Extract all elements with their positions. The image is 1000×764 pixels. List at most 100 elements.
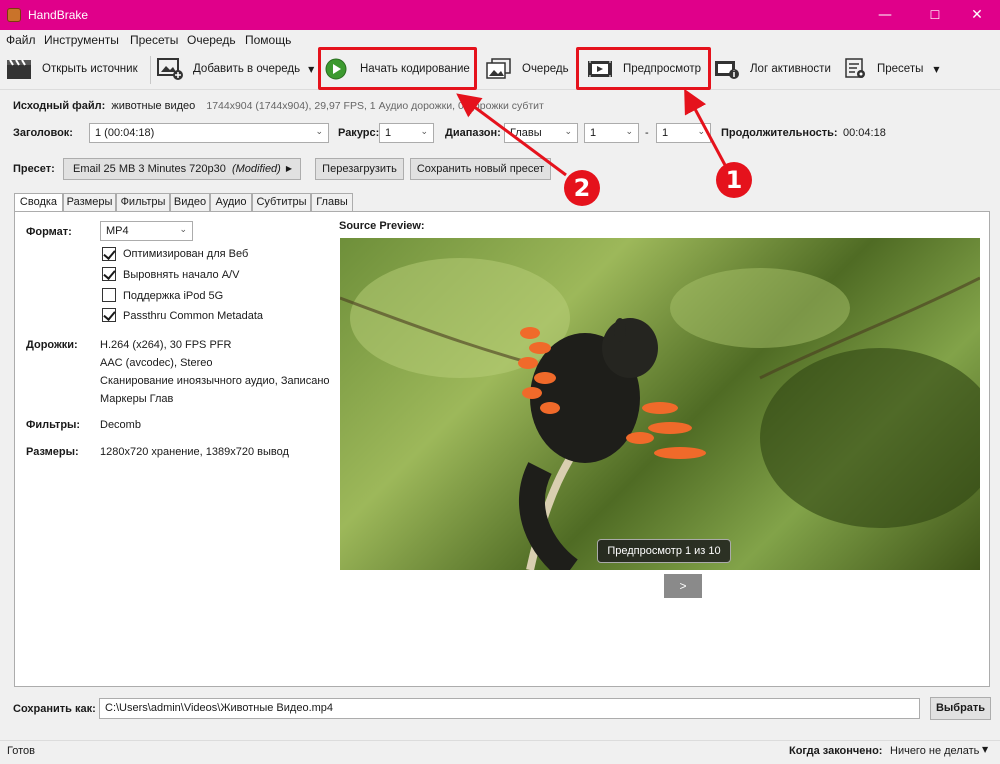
chevron-down-icon: ⌄ xyxy=(625,127,633,137)
source-label: Исходный файл: xyxy=(13,100,106,112)
window-titlebar: HandBrake — ☐ ✕ xyxy=(0,0,1000,30)
web-optimized-checkbox[interactable] xyxy=(102,247,116,261)
callout-number-1: 1 xyxy=(716,162,752,198)
tab-filters[interactable]: Фильтры xyxy=(116,193,170,211)
tab-dimensions[interactable]: Размеры xyxy=(63,193,116,211)
preset-label: Пресет: xyxy=(13,163,55,175)
title-select[interactable]: 1 (00:04:18) ⌄ xyxy=(89,123,329,143)
tab-video[interactable]: Видео xyxy=(170,193,210,211)
queue-images-icon xyxy=(486,58,512,80)
filters-value: Decomb xyxy=(100,419,141,431)
chevron-down-icon: ⌄ xyxy=(697,127,705,137)
preset-value: Email 25 MB 3 Minutes 720p30 xyxy=(73,163,226,175)
angle-select-value: 1 xyxy=(385,127,392,139)
close-button[interactable]: ✕ xyxy=(954,0,1000,30)
minimize-button[interactable]: — xyxy=(862,0,908,30)
chevron-down-icon: ⌄ xyxy=(564,127,572,137)
chevron-down-icon: ⌄ xyxy=(420,127,428,137)
reload-button[interactable]: Перезагрузить xyxy=(315,158,404,180)
menu-tools[interactable]: Инструменты xyxy=(44,33,119,47)
filters-label: Фильтры: xyxy=(26,419,81,431)
menu-queue[interactable]: Очередь xyxy=(187,33,236,47)
toolbar-separator xyxy=(150,56,151,84)
next-preview-button[interactable]: > xyxy=(664,574,702,598)
source-name: животные видео xyxy=(111,100,196,112)
presets-dropdown-icon[interactable]: ▼ xyxy=(933,65,939,74)
presets-gear-icon xyxy=(845,58,867,80)
range-dash: - xyxy=(645,127,649,139)
range-from-value: 1 xyxy=(590,127,597,139)
tab-subtitles[interactable]: Субтитры xyxy=(252,193,311,211)
align-av-checkbox[interactable] xyxy=(102,267,116,281)
menu-bar: Файл Инструменты Пресеты Очередь Помощь xyxy=(0,30,1000,50)
add-image-icon xyxy=(157,58,183,80)
tab-summary[interactable]: Сводка xyxy=(14,193,63,212)
activity-log-button[interactable]: Лог активности xyxy=(714,55,831,83)
squirrel-photo-illustration xyxy=(340,258,980,570)
status-bar: Готов Когда закончено: Ничего не делать … xyxy=(0,740,1000,764)
source-preview-image: Предпросмотр 1 из 10 xyxy=(340,238,980,570)
save-path-value: C:\Users\admin\Videos\Животные Видео.mp4 xyxy=(105,702,334,714)
source-row: Исходный файл: животные видео 1744x904 (… xyxy=(13,100,544,112)
title-label: Заголовок: xyxy=(13,127,73,139)
format-label: Формат: xyxy=(26,226,72,238)
window-title: HandBrake xyxy=(28,8,89,22)
add-to-queue-button[interactable]: Добавить в очередь ▼ xyxy=(157,55,314,83)
range-from-select[interactable]: 1 ⌄ xyxy=(584,123,639,143)
tab-chapters[interactable]: Главы xyxy=(311,193,353,211)
when-done-dropdown-icon[interactable]: ▼ xyxy=(982,745,988,754)
presets-label: Пресеты xyxy=(877,63,924,75)
preview-heading: Source Preview: xyxy=(339,220,425,232)
queue-label: Очередь xyxy=(522,63,569,75)
menu-file[interactable]: Файл xyxy=(6,33,36,47)
track-line: Сканирование иноязычного аудио, Записано xyxy=(100,375,330,387)
summary-panel: Формат: MP4 ⌄ Оптимизирован для Веб Выро… xyxy=(14,211,990,687)
chevron-right-icon: ▶ xyxy=(285,164,292,173)
track-line: Маркеры Глав xyxy=(100,393,174,405)
tab-audio[interactable]: Аудио xyxy=(210,193,252,211)
range-to-select[interactable]: 1 ⌄ xyxy=(656,123,711,143)
presets-button[interactable]: Пресеты ▼ xyxy=(845,55,940,83)
add-to-queue-label: Добавить в очередь xyxy=(193,63,301,75)
source-info: 1744x904 (1744x904), 29,97 FPS, 1 Аудио … xyxy=(206,100,544,112)
preview-counter-badge: Предпросмотр 1 из 10 xyxy=(597,539,731,563)
range-type-value: Главы xyxy=(510,127,542,139)
open-source-button[interactable]: Открыть источник xyxy=(6,55,138,83)
save-new-preset-button[interactable]: Сохранить новый пресет xyxy=(410,158,551,180)
save-path-input[interactable]: C:\Users\admin\Videos\Животные Видео.mp4 xyxy=(99,698,920,719)
duration-label: Продолжительность: xyxy=(721,127,838,139)
range-label: Диапазон: xyxy=(445,127,501,139)
maximize-button[interactable]: ☐ xyxy=(912,0,958,30)
range-type-select[interactable]: Главы ⌄ xyxy=(504,123,578,143)
format-select[interactable]: MP4 ⌄ xyxy=(100,221,193,241)
activity-log-label: Лог активности xyxy=(750,63,831,75)
menu-presets[interactable]: Пресеты xyxy=(130,33,178,47)
menu-help[interactable]: Помощь xyxy=(245,33,291,47)
ipod-support-checkbox[interactable] xyxy=(102,288,116,302)
passthru-metadata-checkbox[interactable] xyxy=(102,308,116,322)
format-value: MP4 xyxy=(106,225,129,237)
open-source-label: Открыть источник xyxy=(42,63,138,75)
queue-button[interactable]: Очередь xyxy=(486,55,569,83)
angle-label: Ракурс: xyxy=(338,127,380,139)
highlight-preview xyxy=(576,47,711,90)
web-optimized-label: Оптимизирован для Веб xyxy=(123,248,249,260)
clapperboard-icon xyxy=(6,58,32,80)
title-select-value: 1 (00:04:18) xyxy=(95,127,155,139)
angle-select[interactable]: 1 ⌄ xyxy=(379,123,434,143)
handbrake-app-icon xyxy=(7,8,21,22)
range-to-value: 1 xyxy=(662,127,669,139)
preset-modified: (Modified) xyxy=(231,163,281,175)
tracks-label: Дорожки: xyxy=(26,339,78,351)
browse-button[interactable]: Выбрать xyxy=(930,697,991,720)
when-done-value[interactable]: Ничего не делать xyxy=(890,745,979,757)
preset-selector[interactable]: Email 25 MB 3 Minutes 720p30 (Modified) … xyxy=(63,158,301,180)
status-text: Готов xyxy=(7,745,35,757)
callout-number-2: 2 xyxy=(564,170,600,206)
duration-value: 00:04:18 xyxy=(843,127,886,139)
when-done-label: Когда закончено: xyxy=(789,745,883,757)
sizes-label: Размеры: xyxy=(26,446,79,458)
toolbar: Открыть источник Добавить в очередь ▼ На… xyxy=(0,50,1000,90)
add-to-queue-dropdown-icon[interactable]: ▼ xyxy=(308,65,314,74)
save-as-label: Сохранить как: xyxy=(13,703,96,715)
